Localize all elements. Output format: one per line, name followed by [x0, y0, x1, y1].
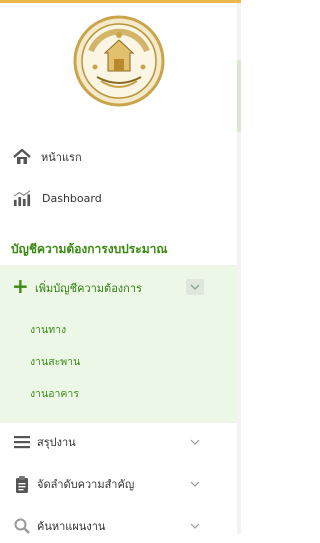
sidebar-scrollbar[interactable] — [237, 3, 241, 534]
nav-prioritize[interactable]: จัดลำดับความสำคัญ — [0, 467, 237, 501]
nav-search-plan[interactable]: ค้นหาแผนงาน — [0, 509, 237, 543]
plus-icon: + — [12, 274, 29, 298]
nav-dashboard[interactable]: Dashboard — [0, 181, 237, 215]
chevron-down-icon[interactable] — [189, 520, 201, 532]
nav-home[interactable]: หน้าแรก — [0, 140, 237, 174]
clipboard-icon — [13, 475, 31, 493]
search-icon — [13, 517, 31, 535]
nav-summary[interactable]: สรุปงาน — [0, 425, 237, 459]
nav-dashboard-label: Dashboard — [42, 191, 102, 205]
home-icon — [13, 148, 31, 166]
active-menu-group: + เพิ่มบัญชีความต้องการ งานทาง งานสะพาน … — [0, 265, 237, 423]
seal-emblem-icon — [73, 15, 165, 107]
nav-prioritize-label: จัดลำดับความสำคัญ — [37, 478, 135, 491]
menu-add-requirement[interactable]: + เพิ่มบัญชีความต้องการ — [0, 265, 237, 307]
nav-summary-label: สรุปงาน — [37, 436, 76, 449]
submenu-item-roads[interactable]: งานทาง — [0, 313, 237, 343]
submenu-item-bridges[interactable]: งานสะพาน — [0, 345, 237, 375]
submenu-item-buildings[interactable]: งานอาคาร — [0, 377, 237, 407]
section-title-budget: บัญชีความต้องการงบประมาณ — [11, 242, 168, 256]
chevron-down-icon[interactable] — [186, 279, 204, 295]
submenu-label: งานทาง — [30, 324, 67, 336]
nav-home-label: หน้าแรก — [41, 151, 82, 164]
chevron-down-icon[interactable] — [189, 478, 201, 490]
sidebar: หน้าแรก Dashboard บัญชีความต้องการงบประม… — [0, 3, 237, 534]
menu-add-requirement-label: เพิ่มบัญชีความต้องการ — [35, 282, 142, 295]
organization-logo — [73, 15, 165, 107]
submenu-label: งานอาคาร — [30, 388, 79, 400]
nav-search-plan-label: ค้นหาแผนงาน — [37, 520, 106, 533]
list-icon — [13, 433, 31, 451]
bar-chart-icon — [13, 189, 31, 207]
chevron-down-icon[interactable] — [189, 436, 201, 448]
submenu-label: งานสะพาน — [30, 356, 81, 368]
scrollbar-thumb[interactable] — [237, 60, 241, 132]
